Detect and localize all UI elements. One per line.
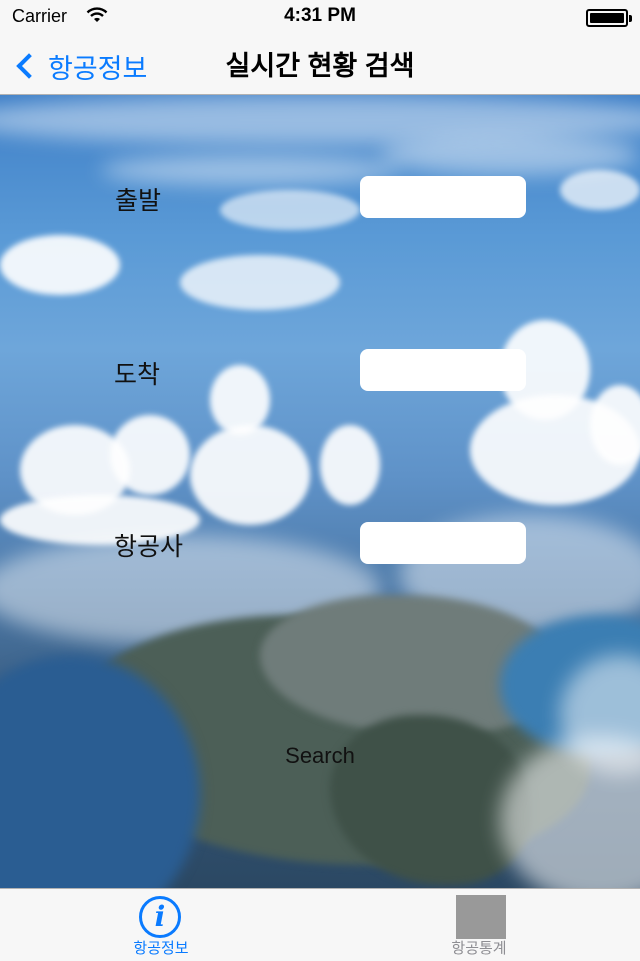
departure-label: 출발 xyxy=(115,187,162,215)
arrival-input[interactable] xyxy=(360,349,526,391)
page-title: 실시간 현황 검색 xyxy=(225,51,415,81)
airline-label: 항공사 xyxy=(114,533,184,561)
tab-flight-stats[interactable]: 항공통계 xyxy=(379,889,579,961)
status-time: 4:31 PM xyxy=(284,5,356,26)
search-button[interactable]: Search xyxy=(260,738,380,774)
airline-input[interactable] xyxy=(360,522,526,564)
stats-placeholder-icon xyxy=(456,895,506,939)
tab-flight-info[interactable]: i 항공정보 xyxy=(61,889,261,961)
battery-icon xyxy=(586,9,632,27)
departure-input[interactable] xyxy=(360,176,526,218)
arrival-label: 도착 xyxy=(114,361,161,389)
tab-flight-info-label: 항공정보 xyxy=(133,940,189,957)
navigation-bar: 항공정보 실시간 현황 검색 xyxy=(0,40,640,95)
status-bar: Carrier 4:31 PM xyxy=(0,0,640,40)
tab-bar: i 항공정보 항공통계 xyxy=(0,888,640,961)
tab-flight-stats-label: 항공통계 xyxy=(451,940,507,957)
search-form-area: 출발 도착 항공사 Search xyxy=(0,95,640,888)
info-icon: i xyxy=(139,896,181,938)
